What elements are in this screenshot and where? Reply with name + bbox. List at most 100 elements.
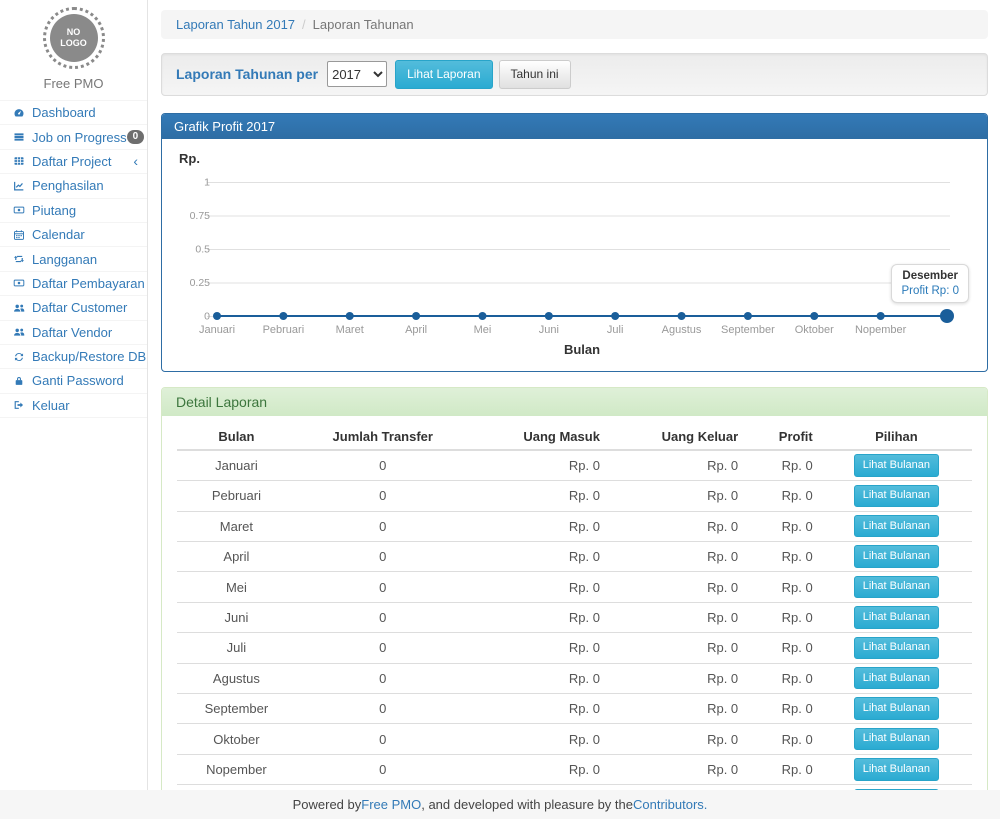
- value-cell: Rp. 0: [608, 754, 746, 784]
- sidebar-item-label: Daftar Vendor: [32, 325, 112, 340]
- chevron-left-icon: ‹: [133, 154, 138, 168]
- x-tick-label: Juni: [539, 324, 559, 336]
- lihat-bulanan-button-april[interactable]: Lihat Bulanan: [854, 545, 939, 567]
- month-cell: Pebruari: [177, 481, 296, 511]
- chart-canvas: 00.250.50.751JanuariPebruariMaretAprilMe…: [177, 151, 972, 361]
- year-select[interactable]: 2017: [327, 61, 387, 87]
- retweet-icon: [10, 253, 27, 265]
- sidebar-item-job-on-progress[interactable]: Job on Progress0: [0, 125, 147, 149]
- value-cell: 0: [296, 481, 470, 511]
- data-point-pebruari[interactable]: [279, 312, 287, 320]
- value-cell: Rp. 0: [608, 602, 746, 632]
- filter-label: Laporan Tahunan per: [176, 66, 318, 82]
- sidebar-item-penghasilan[interactable]: Penghasilan: [0, 174, 147, 198]
- data-point-maret[interactable]: [346, 312, 354, 320]
- value-cell: 0: [296, 633, 470, 663]
- action-cell: Lihat Bulanan: [821, 511, 972, 541]
- value-cell: Rp. 0: [470, 481, 608, 511]
- chart-panel-title: Grafik Profit 2017: [162, 114, 987, 139]
- lihat-bulanan-button-juni[interactable]: Lihat Bulanan: [854, 606, 939, 628]
- sidebar-item-daftar-project[interactable]: Daftar Project‹: [0, 150, 147, 174]
- month-cell: Agustus: [177, 663, 296, 693]
- data-point-januari[interactable]: [213, 312, 221, 320]
- sidebar-item-label: Penghasilan: [32, 178, 104, 193]
- data-point-juni[interactable]: [545, 312, 553, 320]
- y-axis-title: Rp.: [179, 151, 200, 166]
- month-cell: Juni: [177, 602, 296, 632]
- no-logo-badge: NO LOGO: [50, 14, 98, 62]
- tahun-ini-button[interactable]: Tahun ini: [499, 60, 571, 89]
- value-cell: Rp. 0: [746, 754, 821, 784]
- x-tick-label: Oktober: [795, 324, 834, 336]
- data-point-mei[interactable]: [478, 312, 486, 320]
- x-tick-label: Agustus: [662, 324, 702, 336]
- detail-panel-title: Detail Laporan: [162, 388, 987, 416]
- lihat-bulanan-button-september[interactable]: Lihat Bulanan: [854, 697, 939, 719]
- value-cell: Rp. 0: [608, 633, 746, 663]
- action-cell: Lihat Bulanan: [821, 450, 972, 481]
- sidebar-item-ganti-password[interactable]: Ganti Password: [0, 369, 147, 393]
- users-icon: [10, 326, 27, 338]
- value-cell: 0: [296, 663, 470, 693]
- detail-report-panel: Detail Laporan BulanJumlah TransferUang …: [161, 387, 988, 819]
- users-icon: [10, 302, 27, 314]
- data-point-april[interactable]: [412, 312, 420, 320]
- value-cell: Rp. 0: [746, 724, 821, 754]
- data-point-oktober[interactable]: [810, 312, 818, 320]
- month-cell: Nopember: [177, 754, 296, 784]
- data-point-agustus[interactable]: [678, 312, 686, 320]
- footer-contributors-link[interactable]: Contributors.: [633, 797, 707, 812]
- lihat-bulanan-button-maret[interactable]: Lihat Bulanan: [854, 515, 939, 537]
- value-cell: Rp. 0: [608, 693, 746, 723]
- sidebar-item-daftar-vendor[interactable]: Daftar Vendor: [0, 321, 147, 345]
- lihat-bulanan-button-pebruari[interactable]: Lihat Bulanan: [854, 485, 939, 507]
- sidebar-item-daftar-customer[interactable]: Daftar Customer: [0, 296, 147, 320]
- data-point-desember[interactable]: [940, 309, 954, 323]
- value-cell: Rp. 0: [608, 511, 746, 541]
- sidebar-item-dashboard[interactable]: Dashboard: [0, 101, 147, 125]
- sidebar-item-keluar[interactable]: Keluar: [0, 394, 147, 418]
- table-row-juni: Juni0Rp. 0Rp. 0Rp. 0Lihat Bulanan: [177, 602, 972, 632]
- table-icon: [10, 155, 27, 167]
- footer-app-link[interactable]: Free PMO: [361, 797, 421, 812]
- lihat-bulanan-button-mei[interactable]: Lihat Bulanan: [854, 576, 939, 598]
- value-cell: 0: [296, 572, 470, 602]
- lihat-bulanan-button-oktober[interactable]: Lihat Bulanan: [854, 728, 939, 750]
- month-cell: Juli: [177, 633, 296, 663]
- value-cell: Rp. 0: [746, 693, 821, 723]
- value-cell: 0: [296, 450, 470, 481]
- lihat-bulanan-button-januari[interactable]: Lihat Bulanan: [854, 454, 939, 476]
- footer-text-middle: , and developed with pleasure by the: [421, 797, 633, 812]
- value-cell: 0: [296, 541, 470, 571]
- chart-panel-body: 00.250.50.751JanuariPebruariMaretAprilMe…: [162, 139, 987, 371]
- value-cell: Rp. 0: [608, 450, 746, 481]
- lihat-bulanan-button-nopember[interactable]: Lihat Bulanan: [854, 758, 939, 780]
- lihat-laporan-button[interactable]: Lihat Laporan: [395, 60, 492, 89]
- sign-out-icon: [10, 399, 27, 411]
- sidebar-item-calendar[interactable]: Calendar: [0, 223, 147, 247]
- refresh-icon: [10, 351, 27, 363]
- data-point-juli[interactable]: [611, 312, 619, 320]
- page: NO LOGO Free PMO DashboardJob on Progres…: [0, 0, 1000, 819]
- footer-text-prefix: Powered by: [293, 797, 362, 812]
- sidebar-item-label: Keluar: [32, 398, 70, 413]
- sidebar-item-langganan[interactable]: Langganan: [0, 247, 147, 271]
- sidebar-item-piutang[interactable]: Piutang: [0, 199, 147, 223]
- y-tick-label: 0.5: [195, 243, 210, 255]
- value-cell: Rp. 0: [470, 541, 608, 571]
- value-cell: 0: [296, 693, 470, 723]
- breadcrumb-link-laporan-tahun[interactable]: Laporan Tahun 2017: [176, 17, 295, 32]
- sidebar-item-daftar-pembayaran[interactable]: Daftar Pembayaran: [0, 272, 147, 296]
- y-tick-label: 0: [204, 310, 210, 322]
- sidebar-item-label: Calendar: [32, 227, 85, 242]
- logo-text: NO LOGO: [59, 27, 89, 50]
- lihat-bulanan-button-agustus[interactable]: Lihat Bulanan: [854, 667, 939, 689]
- month-cell: April: [177, 541, 296, 571]
- sidebar-menu: DashboardJob on Progress0Daftar Project‹…: [0, 100, 147, 418]
- table-row-april: April0Rp. 0Rp. 0Rp. 0Lihat Bulanan: [177, 541, 972, 571]
- lihat-bulanan-button-juli[interactable]: Lihat Bulanan: [854, 637, 939, 659]
- data-point-september[interactable]: [744, 312, 752, 320]
- action-cell: Lihat Bulanan: [821, 754, 972, 784]
- sidebar-item-backup-restore-db[interactable]: Backup/Restore DB: [0, 345, 147, 369]
- data-point-nopember[interactable]: [877, 312, 885, 320]
